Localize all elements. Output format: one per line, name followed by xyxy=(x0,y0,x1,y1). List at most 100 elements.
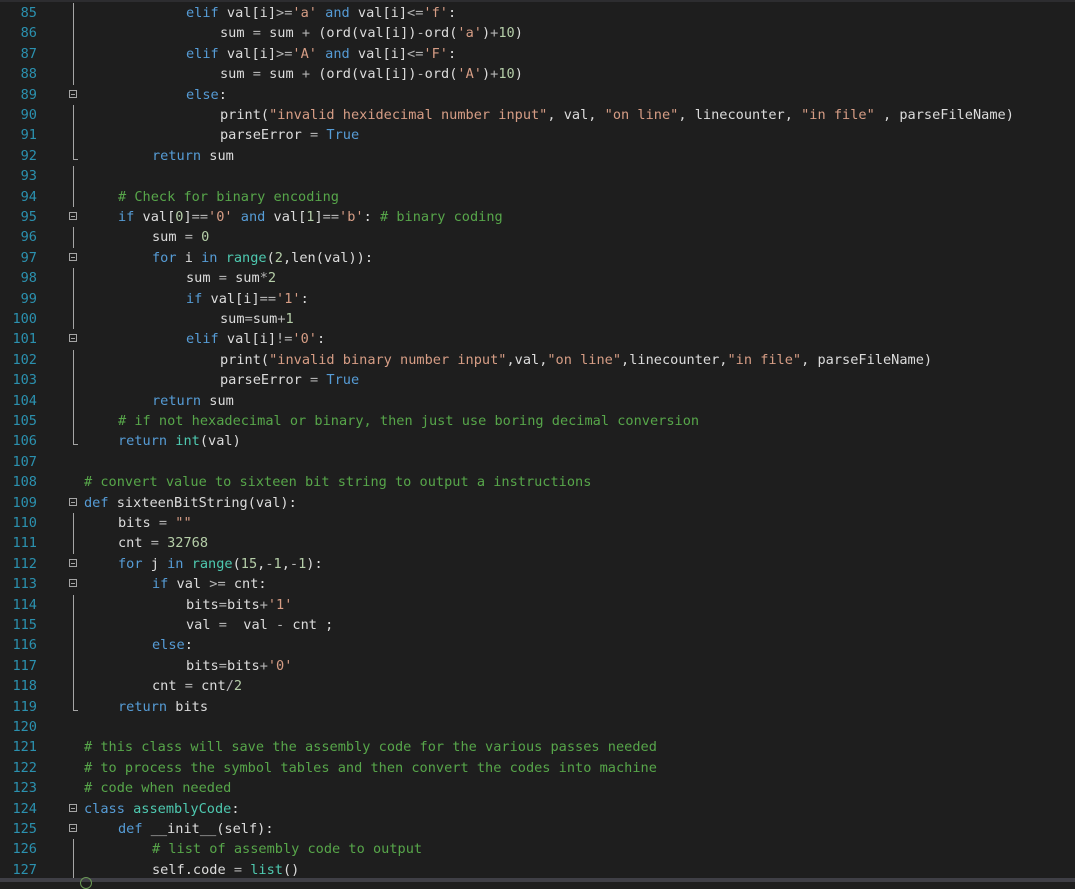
code-text[interactable]: sum = sum + (ord(val[i])-ord('a')+10) xyxy=(220,23,523,43)
code-text[interactable]: # Check for binary encoding xyxy=(118,187,339,207)
collapse-icon[interactable] xyxy=(69,89,77,98)
code-editor[interactable]: 85 elif val[i]>='a' and val[i]<='f': 86 sum… xyxy=(0,2,1075,881)
code-text[interactable]: sum=sum+1 xyxy=(220,309,294,329)
code-text[interactable]: class assemblyCode: xyxy=(84,799,240,819)
collapse-icon[interactable] xyxy=(69,558,77,567)
collapse-icon[interactable] xyxy=(69,334,77,343)
code-line[interactable]: 88 sum = sum + (ord(val[i])-ord('A')+10) xyxy=(0,64,1075,85)
fold-gutter[interactable] xyxy=(68,329,80,349)
code-text[interactable]: # list of assembly code to output xyxy=(152,839,422,859)
code-text[interactable]: sum = sum*2 xyxy=(186,268,276,288)
code-text[interactable]: elif val[i]!='0': xyxy=(186,329,325,349)
code-text[interactable]: bits=bits+'0' xyxy=(186,656,292,676)
fold-gutter[interactable] xyxy=(68,207,80,227)
collapse-icon[interactable] xyxy=(69,497,77,506)
code-text[interactable]: return sum xyxy=(152,146,234,166)
code-line[interactable]: 104 return sum xyxy=(0,390,1075,411)
code-line[interactable]: 91 parseError = True xyxy=(0,125,1075,146)
code-line[interactable]: 124 class assemblyCode: xyxy=(0,799,1075,819)
code-text[interactable]: cnt = 32768 xyxy=(118,533,208,553)
code-line[interactable]: 92 return sum xyxy=(0,145,1075,166)
collapse-icon[interactable] xyxy=(69,579,77,588)
code-line[interactable]: 100 sum=sum+1 xyxy=(0,309,1075,330)
code-line[interactable]: 114 bits=bits+'1' xyxy=(0,594,1075,615)
code-text[interactable]: # convert value to sixteen bit string to… xyxy=(84,472,591,492)
code-line[interactable]: 94 # Check for binary encoding xyxy=(0,186,1075,207)
code-line[interactable]: 102 print("invalid binary number input",v… xyxy=(0,349,1075,371)
code-line[interactable]: 96 sum = 0 xyxy=(0,227,1075,248)
code-line[interactable]: 108 # convert value to sixteen bit string… xyxy=(0,472,1075,492)
collapse-icon[interactable] xyxy=(69,212,77,220)
code-line[interactable]: 120 xyxy=(0,717,1075,737)
code-text[interactable]: parseError = True xyxy=(220,125,359,145)
code-line[interactable]: 98 sum = sum*2 xyxy=(0,268,1075,289)
code-line[interactable]: 121 # this class will save the assembly c… xyxy=(0,737,1075,757)
code-line[interactable]: 106 return int(val) xyxy=(0,431,1075,451)
fold-gutter[interactable] xyxy=(68,85,80,105)
fold-gutter[interactable] xyxy=(68,493,80,513)
code-text[interactable]: cnt = cnt/2 xyxy=(152,676,242,696)
code-text[interactable]: bits = "" xyxy=(118,513,192,533)
code-text[interactable]: # this class will save the assembly code… xyxy=(84,737,657,757)
fold-gutter[interactable] xyxy=(68,799,80,819)
code-text[interactable]: if val >= cnt: xyxy=(152,574,267,594)
code-line[interactable]: 119 return bits xyxy=(0,696,1075,717)
code-text[interactable]: elif val[i]>='A' and val[i]<='F': xyxy=(186,44,456,64)
code-text[interactable]: return bits xyxy=(118,697,208,717)
code-line[interactable]: 122 # to process the symbol tables and th… xyxy=(0,758,1075,778)
code-text[interactable]: else: xyxy=(152,635,193,655)
code-text[interactable]: sum = sum + (ord(val[i])-ord('A')+10) xyxy=(220,64,523,84)
collapse-icon[interactable] xyxy=(69,803,77,812)
fold-gutter[interactable] xyxy=(68,554,80,574)
code-line[interactable]: 107 xyxy=(0,452,1075,472)
code-line[interactable]: 99 if val[i]=='1': xyxy=(0,288,1075,309)
code-text[interactable]: print("invalid hexidecimal number input"… xyxy=(220,105,1014,125)
code-line[interactable]: 123 # code when needed xyxy=(0,778,1075,798)
code-line[interactable]: 86 sum = sum + (ord(val[i])-ord('a')+10) xyxy=(0,23,1075,44)
collapse-icon[interactable] xyxy=(69,252,77,261)
code-line[interactable]: 93 xyxy=(0,166,1075,187)
code-text[interactable]: bits=bits+'1' xyxy=(186,595,292,615)
code-text[interactable]: else: xyxy=(186,85,227,105)
code-line[interactable]: 87 elif val[i]>='A' and val[i]<='F': xyxy=(0,43,1075,65)
code-line[interactable]: 97 for i in range(2,len(val)): xyxy=(0,248,1075,268)
code-text[interactable]: sum = 0 xyxy=(152,227,209,247)
fold-gutter[interactable] xyxy=(68,574,80,594)
code-line[interactable]: 105 # if not hexadecimal or binary, then … xyxy=(0,411,1075,432)
code-line[interactable]: 115 val = val - cnt ; xyxy=(0,615,1075,636)
code-line[interactable]: 126 # list of assembly code to output xyxy=(0,839,1075,860)
code-text[interactable]: if val[i]=='1': xyxy=(186,289,309,309)
code-text[interactable]: for j in range(15,-1,-1): xyxy=(118,554,323,574)
code-text[interactable]: def sixteenBitString(val): xyxy=(84,493,297,513)
code-text[interactable]: # to process the symbol tables and then … xyxy=(84,758,657,778)
code-text[interactable]: # code when needed xyxy=(84,778,231,798)
code-text[interactable]: parseError = True xyxy=(220,370,359,390)
code-text[interactable]: for i in range(2,len(val)): xyxy=(152,248,373,268)
code-text[interactable]: # if not hexadecimal or binary, then jus… xyxy=(118,411,699,431)
code-text[interactable]: if val[0]=='0' and val[1]=='b': # binary… xyxy=(118,207,503,227)
collapse-icon[interactable] xyxy=(69,824,77,832)
fold-gutter[interactable] xyxy=(68,248,80,268)
code-line[interactable]: 116 else: xyxy=(0,635,1075,656)
horizontal-scrollbar[interactable] xyxy=(0,878,1075,882)
code-text[interactable]: def __init__(self): xyxy=(118,819,274,839)
code-line[interactable]: 110 bits = "" xyxy=(0,513,1075,534)
code-line[interactable]: 109 def sixteenBitString(val): xyxy=(0,493,1075,513)
code-text[interactable]: return sum xyxy=(152,391,234,411)
code-text[interactable]: val = val - cnt ; xyxy=(186,615,333,635)
code-line[interactable]: 95 if val[0]=='0' and val[1]=='b': # bina… xyxy=(0,207,1075,227)
code-line[interactable]: 118 cnt = cnt/2 xyxy=(0,676,1075,697)
code-line[interactable]: 112 for j in range(15,-1,-1): xyxy=(0,554,1075,574)
code-line[interactable]: 90 print("invalid hexidecimal number inpu… xyxy=(0,105,1075,126)
code-text[interactable]: elif val[i]>='a' and val[i]<='f': xyxy=(186,3,456,23)
code-line[interactable]: 101 elif val[i]!='0': xyxy=(0,329,1075,349)
code-line[interactable]: 117 bits=bits+'0' xyxy=(0,655,1075,677)
fold-gutter[interactable] xyxy=(68,819,80,839)
code-line[interactable]: 125 def __init__(self): xyxy=(0,819,1075,839)
code-line[interactable]: 103 parseError = True xyxy=(0,370,1075,391)
code-line[interactable]: 113 if val >= cnt: xyxy=(0,574,1075,594)
code-text[interactable]: return int(val) xyxy=(118,431,241,451)
code-line[interactable]: 85 elif val[i]>='a' and val[i]<='f': xyxy=(0,3,1075,24)
code-text[interactable]: print("invalid binary number input",val,… xyxy=(220,350,932,370)
code-line[interactable]: 111 cnt = 32768 xyxy=(0,533,1075,554)
